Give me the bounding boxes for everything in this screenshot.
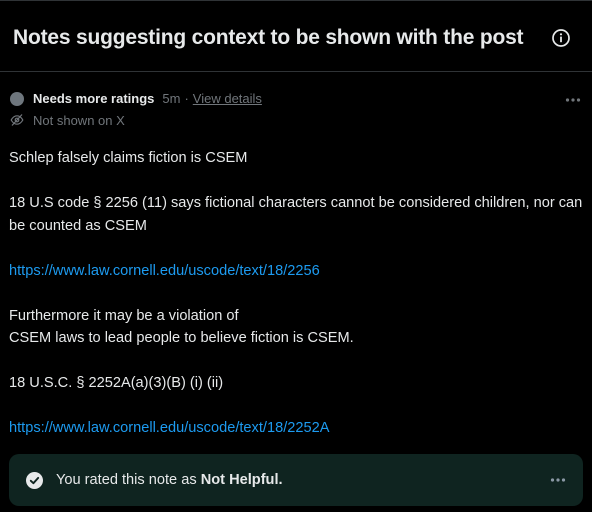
note-paragraph: Schlep falsely claims fiction is CSEM — [9, 150, 248, 166]
source-link[interactable]: https://www.law.cornell.edu/uscode/text/… — [9, 420, 329, 436]
rating-text: You rated this note as Not Helpful. — [56, 472, 283, 488]
check-circle-icon — [26, 472, 43, 489]
view-details-link[interactable]: View details — [193, 91, 262, 106]
page-title: Notes suggesting context to be shown wit… — [13, 26, 524, 49]
info-icon[interactable] — [551, 28, 571, 48]
status-label: Needs more ratings — [33, 91, 155, 106]
rating-banner: You rated this note as Not Helpful. — [9, 454, 583, 506]
note-body: Schlep falsely claims fiction is CSEM 18… — [9, 147, 585, 462]
note-age: 5m — [162, 91, 181, 106]
header: Notes suggesting context to be shown wit… — [0, 4, 592, 72]
note-paragraph: 18 U.S.C. § 2252A(a)(3)(B) (i) (ii) — [9, 375, 224, 391]
rating-value: Not Helpful — [200, 472, 279, 488]
source-link[interactable]: https://www.law.cornell.edu/uscode/text/… — [9, 263, 320, 279]
note-paragraph-line: CSEM laws to lead people to believe fict… — [9, 330, 354, 346]
note-paragraph: 18 U.S code § 2256 (11) says fictional c… — [9, 195, 583, 234]
more-options-icon[interactable] — [565, 97, 581, 103]
meta-separator: · — [184, 91, 189, 106]
rating-prefix: You rated this note as — [56, 472, 201, 488]
visibility-status: Not shown on X — [33, 113, 125, 128]
rating-more-icon[interactable] — [550, 477, 566, 483]
note-status-row: Needs more ratings 5m · View details — [33, 91, 262, 107]
status-dot-icon — [10, 92, 24, 106]
note-paragraph-line: Furthermore it may be a violation of — [9, 307, 239, 324]
rating-suffix: . — [278, 472, 283, 488]
eye-off-icon — [10, 114, 24, 126]
